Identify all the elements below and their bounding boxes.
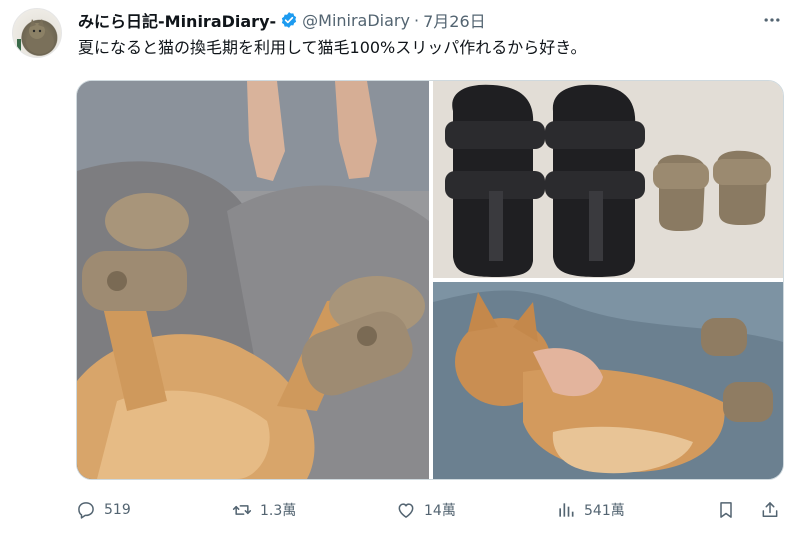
avatar[interactable] bbox=[12, 8, 62, 58]
retweet-count: 1.3萬 bbox=[260, 503, 297, 519]
views-count: 541萬 bbox=[584, 503, 625, 519]
tweet-date[interactable]: 7月26日 bbox=[423, 8, 486, 32]
share-button[interactable] bbox=[760, 495, 780, 525]
retweet-button[interactable]: 1.3萬 bbox=[232, 495, 296, 525]
photo-cat-on-lap[interactable] bbox=[77, 81, 429, 479]
action-bar: 519 1.3萬 14萬 541萬 bbox=[76, 495, 784, 525]
views-button[interactable]: 541萬 bbox=[556, 495, 625, 525]
tweet-text: 夏になると猫の換毛期を利用して猫毛100%スリッパ作れるから好き。 bbox=[78, 38, 587, 57]
reply-button[interactable]: 519 bbox=[76, 495, 131, 525]
like-button[interactable]: 14萬 bbox=[396, 495, 456, 525]
like-count: 14萬 bbox=[424, 503, 456, 519]
user-handle[interactable]: @MiniraDiary bbox=[302, 11, 410, 30]
bookmark-button[interactable] bbox=[716, 495, 736, 525]
views-chart-icon bbox=[556, 500, 576, 520]
photo-cat-on-blanket[interactable] bbox=[433, 282, 783, 479]
tweet-header: みにら日記-MiniraDiary- @MiniraDiary · 7月26日 bbox=[78, 8, 486, 32]
verified-badge-icon bbox=[280, 11, 298, 29]
photo-sandals-and-slippers[interactable] bbox=[433, 81, 783, 278]
retweet-icon bbox=[232, 500, 252, 520]
display-name[interactable]: みにら日記-MiniraDiary- bbox=[78, 8, 276, 32]
more-options-icon[interactable] bbox=[757, 8, 787, 32]
share-icon bbox=[760, 500, 780, 520]
separator-dot: · bbox=[413, 10, 420, 30]
heart-icon bbox=[396, 500, 416, 520]
reply-icon bbox=[76, 500, 96, 520]
bookmark-icon bbox=[716, 500, 736, 520]
media-grid bbox=[76, 80, 784, 480]
reply-count: 519 bbox=[104, 502, 131, 518]
